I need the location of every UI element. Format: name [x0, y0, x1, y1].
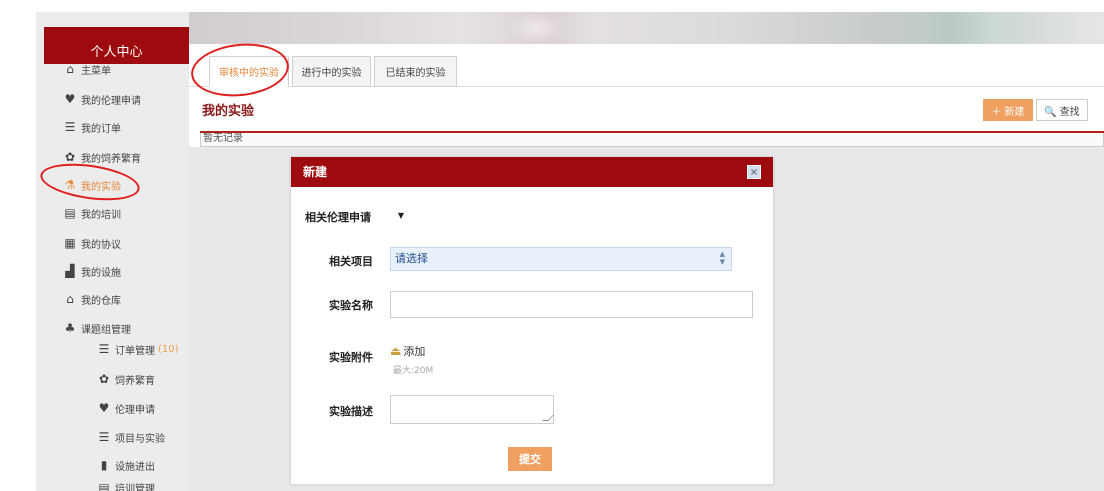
attachment-size-hint: 最大:20M — [393, 366, 434, 376]
sidebar-item-training[interactable]: ▤ 我的培训 — [62, 203, 121, 223]
sidebar-subitem-order-management[interactable]: ☰ 订单管理 (10) — [96, 339, 179, 359]
dialog-title: 新建 — [291, 157, 773, 187]
resize-grip-icon[interactable] — [542, 415, 554, 421]
project-select-value: 请选择 — [395, 252, 428, 265]
sidebar-item-label: 我的饲养繁育 — [81, 153, 141, 165]
tab-ongoing-experiments[interactable]: 进行中的实验 — [292, 56, 371, 87]
sidebar-item-facilities[interactable]: ▟ 我的设施 — [62, 261, 121, 281]
description-textarea[interactable] — [390, 395, 554, 424]
sidebar-item-label: 我的培训 — [81, 209, 121, 221]
description-label: 实验描述 — [329, 405, 373, 418]
sidebar-item-label: 培训管理 — [115, 484, 155, 491]
new-button[interactable]: ＋ 新建 — [983, 99, 1033, 121]
order-list-icon: ☰ — [64, 120, 76, 134]
sidebar-subitem-breeding[interactable]: ✿ 饲养繁育 — [96, 369, 155, 389]
sidebar-item-orders[interactable]: ☰ 我的订单 — [62, 117, 121, 137]
heart-hands-icon: ♥ — [64, 92, 76, 106]
sidebar-item-label: 订单管理 — [115, 345, 155, 357]
sidebar-item-label: 饲养繁育 — [115, 375, 155, 387]
page-title: 我的实验 — [202, 104, 255, 119]
attachment-label: 实验附件 — [329, 351, 373, 364]
training-board-icon: ▤ — [64, 206, 76, 220]
sidebar-item-label: 伦理申请 — [115, 404, 155, 416]
new-experiment-dialog: 新建 × 相关伦理申请 ▼ 相关项目 请选择 ▲ ▼ 实验名称 实验附件 ⏏ 添加… — [291, 157, 773, 484]
sidebar-item-label: 我的伦理申请 — [81, 95, 141, 107]
empty-state-text: 暂无记录 — [200, 133, 1104, 147]
select-arrows-icon: ▲ ▼ — [719, 250, 725, 266]
sidebar-subitem-facility-access[interactable]: ▮ 设施进出 — [96, 455, 155, 475]
header-banner — [36, 12, 1104, 44]
sidebar-item-label: 我的协议 — [81, 239, 121, 251]
order-count-badge: (10) — [158, 343, 179, 355]
org-chart-icon: ♣ — [64, 321, 76, 335]
sidebar-item-ethics[interactable]: ♥ 我的伦理申请 — [62, 89, 141, 109]
building-icon: ▟ — [65, 264, 75, 278]
training-board-icon: ▤ — [98, 481, 110, 491]
caret-down-icon: ▼ — [397, 210, 405, 220]
sidebar-item-warehouse[interactable]: ⌂ 我的仓库 — [62, 289, 121, 309]
project-bars-icon: ☰ — [98, 430, 110, 444]
close-icon[interactable]: × — [747, 165, 761, 179]
sidebar-item-group-management[interactable]: ♣ 课题组管理 — [62, 318, 131, 338]
home-icon: ⌂ — [66, 62, 74, 76]
sidebar-subitem-training[interactable]: ▤ 培训管理 — [96, 480, 155, 491]
sidebar-item-label: 我的仓库 — [81, 295, 121, 307]
sidebar-item-label: 我的订单 — [81, 123, 121, 135]
sidebar-item-label: 项目与实验 — [115, 433, 165, 445]
heart-hands-icon: ♥ — [98, 401, 110, 415]
submit-button[interactable]: 提交 — [508, 447, 552, 471]
banner-decoration — [896, 12, 1036, 44]
banner-decoration — [506, 12, 566, 44]
sidebar-item-label: 我的设施 — [81, 267, 121, 279]
door-icon: ▮ — [100, 458, 108, 472]
animal-icon: ✿ — [64, 150, 76, 164]
experiment-name-input[interactable] — [390, 291, 753, 318]
project-label: 相关项目 — [329, 255, 373, 268]
sidebar-subitem-projects[interactable]: ☰ 项目与实验 — [96, 427, 165, 447]
animal-icon: ✿ — [98, 372, 110, 386]
warehouse-icon: ⌂ — [66, 292, 74, 306]
project-select[interactable]: 请选择 ▲ ▼ — [390, 247, 732, 271]
upload-icon: ⏏ — [390, 344, 402, 358]
add-attachment-label: 添加 — [403, 345, 426, 358]
agreement-icon: ▦ — [64, 236, 76, 250]
search-button[interactable]: 🔍 查找 — [1036, 99, 1088, 121]
ethics-dropdown[interactable]: ▼ — [390, 203, 412, 227]
sidebar-item-label: 主菜单 — [81, 65, 111, 77]
experiment-name-label: 实验名称 — [329, 299, 373, 312]
sidebar-item-main-menu[interactable]: ⌂ 主菜单 — [62, 59, 111, 79]
ethics-label: 相关伦理申请 — [305, 211, 371, 224]
sidebar-item-agreements[interactable]: ▦ 我的协议 — [62, 233, 121, 253]
sidebar-subitem-ethics[interactable]: ♥ 伦理申请 — [96, 398, 155, 418]
order-list-icon: ☰ — [98, 342, 110, 356]
add-attachment-button[interactable]: ⏏ 添加 — [390, 343, 425, 359]
annotation-circle-tab — [188, 39, 292, 101]
tab-finished-experiments[interactable]: 已结束的实验 — [374, 56, 457, 87]
sidebar-item-label: 课题组管理 — [81, 324, 131, 336]
sidebar-item-label: 设施进出 — [115, 461, 155, 473]
